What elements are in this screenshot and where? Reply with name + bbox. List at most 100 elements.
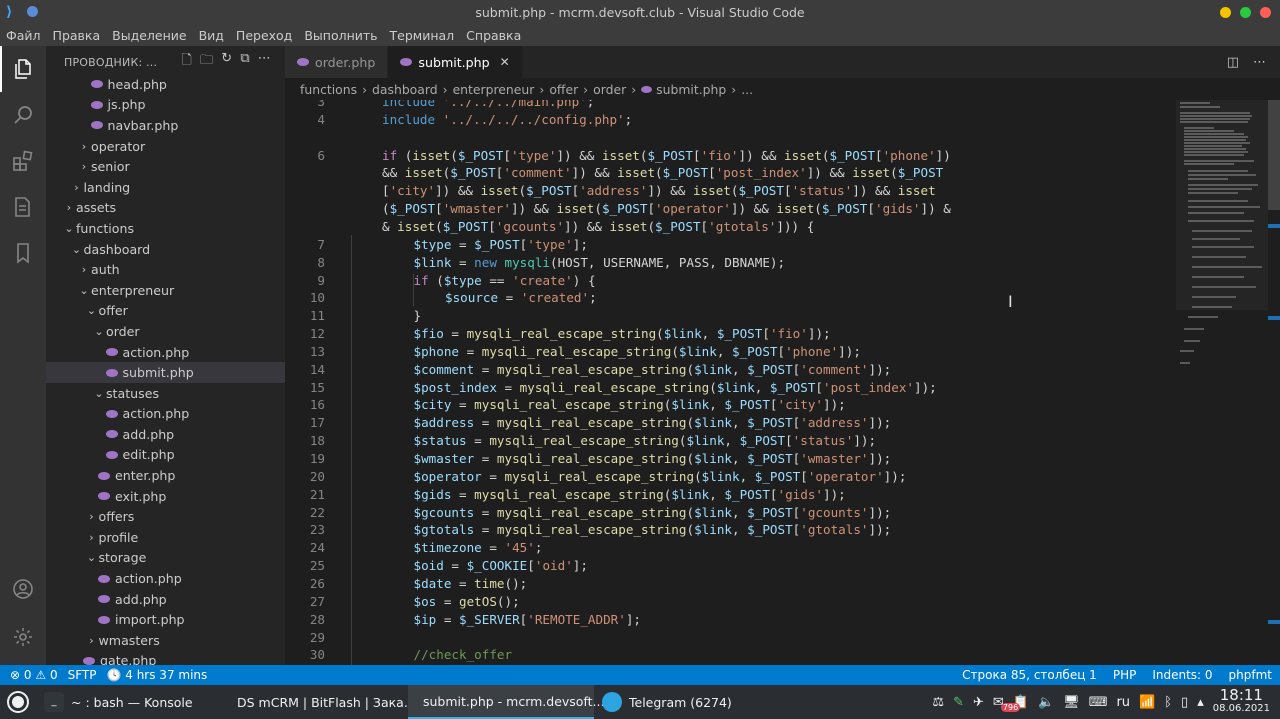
tree-folder-item[interactable]: › assets [46,198,285,219]
breadcrumb-item[interactable]: submit.php [656,82,726,97]
account-icon[interactable] [0,566,46,612]
bluetooth-icon[interactable]: ᛒ [1164,695,1172,710]
tree-folder-item[interactable]: › profile [46,527,285,548]
tree-file-item[interactable]: head.php [46,74,285,95]
tree-folder-item[interactable]: ⌄ offer [46,301,285,322]
tree-folder-item[interactable]: › auth [46,259,285,280]
sftp-status[interactable]: SFTP [68,668,97,682]
settings-gear-icon[interactable] [0,614,46,660]
new-folder-icon[interactable]: 🗀 [200,51,213,73]
window-menu-icon[interactable] [27,6,38,17]
keyboard-layout[interactable]: ru [1116,695,1130,710]
language-mode[interactable]: PHP [1113,668,1137,682]
menu-file[interactable]: Файл [6,28,47,43]
tree-file-item[interactable]: import.php [46,609,285,630]
chevron-down-icon: ⌄ [94,386,104,400]
tree-file-item[interactable]: add.php [46,424,285,445]
menu-terminal[interactable]: Терминал [390,28,461,43]
tree-file-item[interactable]: enter.php [46,465,285,486]
tree-file-item[interactable]: gate.php [46,651,285,665]
close-tab-icon[interactable]: ✕ [500,55,510,69]
menu-run[interactable]: Выполнить [304,28,383,43]
tree-folder-item[interactable]: › offers [46,506,285,527]
maximize-button[interactable] [1240,7,1251,18]
wifi-icon[interactable]: 📶 [1139,695,1155,710]
task-telegram[interactable]: Telegram (6274) [594,685,754,719]
keyboard-icon[interactable]: ⌨ [1089,695,1108,710]
menu-go[interactable]: Переход [236,28,298,43]
clock[interactable]: 18:11 08.06.2021 [1213,688,1270,715]
remote-explorer-icon[interactable] [0,184,46,230]
vertical-scrollbar[interactable] [1268,100,1280,210]
cursor-position[interactable]: Строка 85, столбец 1 [962,668,1097,682]
tree-file-item[interactable]: exit.php [46,486,285,507]
volume-icon[interactable]: 🔈 [1038,695,1054,710]
tree-file-item[interactable]: navbar.php [46,115,285,136]
task-vscode[interactable]: submit.php - mcrm.devsoft... [408,685,604,719]
chevron-down-icon: ⌄ [71,242,82,256]
refresh-icon[interactable]: ↻ [221,51,232,73]
display-icon[interactable]: 🖥 [1063,695,1080,710]
formatter[interactable]: phpfmt [1229,668,1272,682]
minimize-button[interactable] [1220,7,1231,18]
more-actions-icon[interactable]: ⋯ [258,51,271,73]
tree-folder-item[interactable]: › senior [46,156,285,177]
new-file-icon[interactable]: 🗋 [181,51,192,73]
tree-folder-item[interactable]: ⌄ dashboard [46,239,285,260]
tree-folder-item[interactable]: › wmasters [46,630,285,651]
tree-folder-item[interactable]: ⌄ statuses [46,383,285,404]
tree-folder-item[interactable]: ⌄ functions [46,218,285,239]
collapse-all-icon[interactable]: ⧉ [240,51,249,73]
menu-help[interactable]: Справка [466,28,527,43]
tree-folder-item[interactable]: ⌄ storage [46,548,285,569]
code-editor[interactable]: 3 include '../../../main.php'; 4 include '.… [285,100,1280,665]
task-firefox[interactable]: DS mCRM | BitFlash | Зака... [222,685,416,719]
tree-file-item[interactable]: submit.php [46,362,285,383]
menu-view[interactable]: Вид [199,28,230,43]
close-button[interactable] [1260,7,1271,18]
tree-file-item[interactable]: js.php [46,95,285,116]
php-file-icon [98,492,110,501]
tree-file-item[interactable]: edit.php [46,445,285,466]
time-tracker[interactable]: 🕓 4 hrs 37 mins [106,668,207,682]
tree-folder-item[interactable]: › landing [46,177,285,198]
tree-folder-item[interactable]: ⌄ enterpreneur [46,280,285,301]
task-konsole[interactable]: _ ~ : bash — Konsole [36,685,222,719]
breadcrumb-item[interactable]: functions [300,82,357,97]
editor-more-icon[interactable]: ⋯ [1253,55,1266,70]
menu-selection[interactable]: Выделение [112,28,192,43]
tab-order-php[interactable]: order.php [285,46,389,78]
tray-expand-icon[interactable]: ▴ [1197,695,1204,710]
breadcrumb-item[interactable]: order [593,82,626,97]
bookmark-icon[interactable] [0,230,46,276]
tree-item-label: action.php [115,571,182,587]
breadcrumb-item[interactable]: ... [741,82,753,97]
app-launcher-icon[interactable] [0,685,36,719]
php-file-icon [105,450,118,459]
tray-telegram-icon[interactable]: ✈ [973,695,984,710]
tree-file-item[interactable]: add.php [46,589,285,610]
tree-file-item[interactable]: action.php [46,342,285,363]
breadcrumb-item[interactable]: offer [549,82,578,97]
tray-app-icon[interactable]: ⚖ [932,695,944,710]
battery-icon[interactable]: ▯ [1181,695,1188,710]
line-number: 14 [309,361,325,377]
tray-leaf-icon[interactable]: ✎ [953,695,964,710]
tree-folder-item[interactable]: ⌄ order [46,321,285,342]
konsole-icon: _ [44,692,64,712]
tray-mail-icon[interactable]: ✉ 796 [993,695,1021,712]
split-editor-icon[interactable]: ◫ [1227,55,1239,70]
problems-status[interactable]: ⊗ 0 ⚠ 0 [10,668,58,682]
minimap[interactable] [1176,100,1268,400]
search-icon[interactable] [0,92,46,138]
tree-folder-item[interactable]: › operator [46,136,285,157]
extensions-icon[interactable] [0,138,46,184]
tab-submit-php[interactable]: submit.php ✕ [388,46,523,78]
breadcrumb-item[interactable]: dashboard [372,82,438,97]
indentation[interactable]: Indents: 0 [1152,668,1212,682]
explorer-icon[interactable] [0,46,46,92]
breadcrumb-item[interactable]: enterpreneur [453,82,535,97]
tree-file-item[interactable]: action.php [46,404,285,425]
menu-edit[interactable]: Правка [53,28,107,43]
tree-file-item[interactable]: action.php [46,568,285,589]
